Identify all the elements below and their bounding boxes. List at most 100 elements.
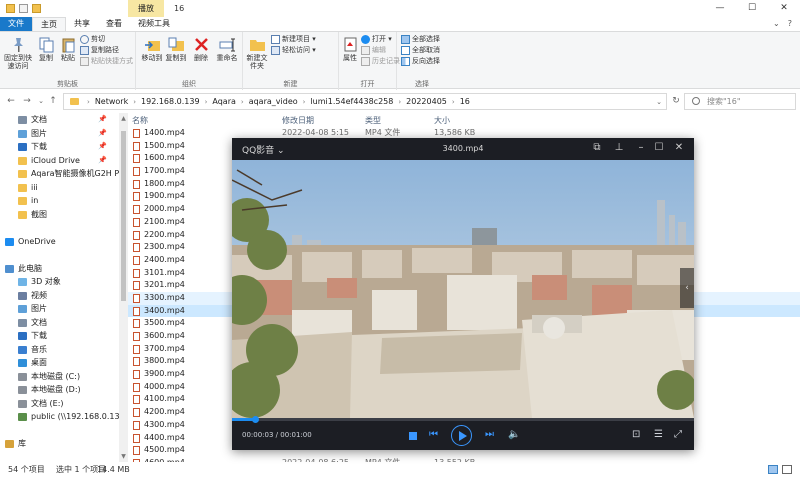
up-icon[interactable]: ↑: [47, 95, 59, 107]
properties-quick-icon[interactable]: [19, 4, 28, 13]
pinned-icon[interactable]: 📌: [98, 127, 107, 141]
nav-item[interactable]: 桌面: [0, 356, 119, 370]
breadcrumb-aqara[interactable]: Aqara: [212, 97, 236, 106]
play-button[interactable]: [451, 425, 472, 446]
details-view-icon[interactable]: [768, 465, 778, 474]
video-frame[interactable]: [232, 160, 694, 418]
pin-on-top-icon[interactable]: ⊥: [612, 142, 626, 153]
help-icon[interactable]: ?: [788, 17, 792, 31]
settings-icon[interactable]: ☰: [654, 429, 663, 440]
scroll-up-icon[interactable]: ▲: [119, 115, 128, 122]
new-folder-button[interactable]: 新建文件夹: [245, 36, 269, 70]
copy-path-button[interactable]: 复制路径: [80, 45, 119, 56]
forward-icon[interactable]: →: [21, 95, 33, 107]
breadcrumb-separator[interactable]: ›: [398, 98, 401, 106]
breadcrumb-separator[interactable]: ›: [133, 98, 136, 106]
column-size[interactable]: 大小: [434, 115, 450, 126]
move-to-button[interactable]: 移动到: [140, 36, 164, 62]
open-button[interactable]: 打开 ▾: [361, 34, 392, 45]
edit-button[interactable]: 编辑: [361, 45, 386, 56]
previous-icon[interactable]: ⏮: [429, 429, 438, 440]
breadcrumb-device[interactable]: lumi1.54ef4438c258: [310, 97, 393, 106]
player-maximize-icon[interactable]: ☐: [652, 142, 666, 153]
nav-item[interactable]: Aqara智能摄像机G2H Pr: [0, 167, 119, 181]
breadcrumb-separator[interactable]: ›: [303, 98, 306, 106]
nav-scrollbar[interactable]: ▲ ▼: [119, 113, 128, 462]
player-minimize-icon[interactable]: –: [634, 142, 648, 153]
breadcrumb-separator[interactable]: ›: [452, 98, 455, 106]
scroll-down-icon[interactable]: ▼: [119, 453, 128, 460]
breadcrumb-aqara-video[interactable]: aqara_video: [249, 97, 298, 106]
nav-item[interactable]: iCloud Drive 📌: [0, 154, 119, 168]
player-close-icon[interactable]: ✕: [672, 142, 686, 153]
nav-item[interactable]: 本地磁盘 (D:): [0, 383, 119, 397]
column-type[interactable]: 类型: [365, 115, 381, 126]
tab-video-tools[interactable]: 视频工具: [130, 17, 178, 31]
paste-button[interactable]: 粘贴: [58, 36, 78, 62]
nav-item[interactable]: 本地磁盘 (C:): [0, 370, 119, 384]
breadcrumb[interactable]: › Network › 192.168.0.139 › Aqara › aqar…: [63, 93, 667, 110]
easy-access-button[interactable]: 轻松访问 ▾: [271, 45, 316, 56]
nav-item[interactable]: 图片: [0, 302, 119, 316]
back-icon[interactable]: ←: [5, 95, 17, 107]
nav-item[interactable]: 文档: [0, 316, 119, 330]
new-item-button[interactable]: 新建项目 ▾: [271, 34, 316, 45]
breadcrumb-date[interactable]: 20220405: [406, 97, 447, 106]
properties-button[interactable]: 属性: [341, 36, 359, 62]
nav-item[interactable]: in: [0, 194, 119, 208]
copy-to-button[interactable]: 复制到: [164, 36, 188, 62]
playlist-toggle-icon[interactable]: ‹: [680, 268, 694, 308]
nav-item[interactable]: iii: [0, 181, 119, 195]
new-folder-quick-icon[interactable]: [32, 4, 41, 13]
paste-shortcut-button[interactable]: 粘贴快捷方式: [80, 56, 133, 67]
select-none-button[interactable]: 全部取消: [401, 45, 440, 56]
address-dropdown-icon[interactable]: ⌄: [656, 98, 666, 106]
close-button[interactable]: ✕: [768, 0, 800, 17]
nav-item[interactable]: 下载: [0, 329, 119, 343]
copy-button[interactable]: 复制: [36, 36, 56, 62]
nav-item[interactable]: OneDrive: [0, 235, 119, 249]
nav-item[interactable]: 图片 📌: [0, 127, 119, 141]
pinned-icon[interactable]: 📌: [98, 113, 107, 127]
large-icons-view-icon[interactable]: [782, 465, 792, 474]
next-icon[interactable]: ⏭: [485, 429, 494, 440]
minimize-button[interactable]: —: [704, 0, 736, 17]
tab-share[interactable]: 共享: [66, 17, 98, 31]
nav-item[interactable]: public (\\192.168.0.139: [0, 410, 119, 424]
tab-file[interactable]: 文件: [0, 17, 32, 31]
breadcrumb-separator[interactable]: ›: [87, 98, 90, 106]
stop-icon[interactable]: [409, 432, 417, 440]
nav-item[interactable]: 截图: [0, 208, 119, 222]
nav-item[interactable]: 视频: [0, 289, 119, 303]
search-input[interactable]: 搜索"16": [684, 93, 796, 110]
tab-home[interactable]: 主页: [32, 17, 66, 31]
pinned-icon[interactable]: 📌: [98, 154, 107, 168]
nav-item[interactable]: 文档 📌: [0, 113, 119, 127]
nav-item[interactable]: 3D 对象: [0, 275, 119, 289]
delete-button[interactable]: 删除: [190, 36, 212, 62]
screenshot-mode-icon[interactable]: ⧉: [590, 142, 604, 153]
cut-button[interactable]: 剪切: [80, 34, 105, 45]
nav-item[interactable]: 文档 (E:): [0, 397, 119, 411]
recent-locations-icon[interactable]: ⌄: [35, 95, 47, 107]
maximize-button[interactable]: ☐: [736, 0, 768, 17]
volume-icon[interactable]: 🔈: [508, 429, 520, 440]
scrollbar-thumb[interactable]: [121, 131, 126, 301]
breadcrumb-host[interactable]: 192.168.0.139: [141, 97, 200, 106]
expand-ribbon-icon[interactable]: ⌄: [773, 17, 780, 31]
invert-selection-button[interactable]: 反向选择: [401, 56, 440, 67]
refresh-icon[interactable]: ↻: [670, 95, 682, 107]
breadcrumb-separator[interactable]: ›: [205, 98, 208, 106]
rename-button[interactable]: 重命名: [214, 36, 240, 62]
column-name[interactable]: 名称: [132, 115, 148, 126]
fullscreen-icon[interactable]: ⤢: [674, 429, 682, 440]
image-enhance-icon[interactable]: ⊡: [632, 429, 640, 440]
nav-item[interactable]: 下载 📌: [0, 140, 119, 154]
breadcrumb-current[interactable]: 16: [460, 97, 470, 106]
nav-item[interactable]: 此电脑: [0, 262, 119, 276]
select-all-button[interactable]: 全部选择: [401, 34, 440, 45]
column-date[interactable]: 修改日期: [282, 115, 314, 126]
context-tab-play[interactable]: 播放: [128, 0, 164, 17]
pin-quick-access-button[interactable]: 固定到快速访问: [2, 36, 34, 70]
pinned-icon[interactable]: 📌: [98, 140, 107, 154]
